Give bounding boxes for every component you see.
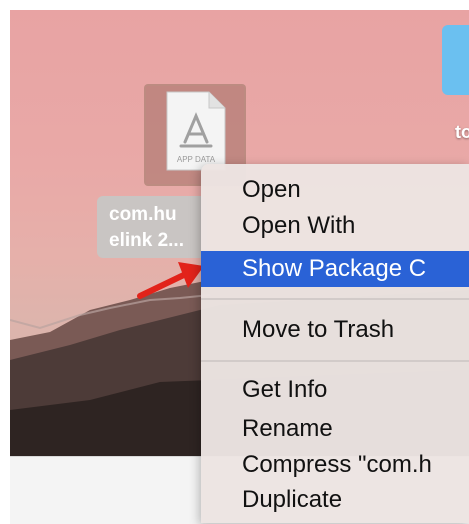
menu-item-get-info[interactable]: Get Info [201, 372, 469, 408]
menu-item-rename[interactable]: Rename [201, 411, 469, 447]
file-name-label[interactable]: com.hu elink 2... [97, 196, 207, 258]
menu-item-compress[interactable]: Compress "com.h [201, 447, 469, 483]
menu-item-show-package-contents[interactable]: Show Package C [201, 251, 469, 287]
app-data-document-icon[interactable]: APP DATA [163, 90, 227, 172]
menu-item-open[interactable]: Open [201, 172, 469, 208]
folder-icon[interactable] [442, 25, 469, 95]
menu-item-move-to-trash[interactable]: Move to Trash [201, 312, 469, 348]
menu-item-duplicate[interactable]: Duplicate [201, 482, 469, 518]
file-name-line2: elink 2... [109, 230, 184, 251]
menu-item-open-with[interactable]: Open With [201, 208, 469, 244]
file-name-line1: com.hu [109, 204, 177, 225]
red-arrow-icon [137, 262, 204, 299]
folder-label[interactable]: to [455, 122, 469, 143]
context-menu: Open Open With Show Package C Move to Tr… [201, 164, 469, 523]
menu-separator [201, 298, 469, 300]
menu-separator [201, 360, 469, 362]
svg-text:APP DATA: APP DATA [177, 155, 216, 164]
